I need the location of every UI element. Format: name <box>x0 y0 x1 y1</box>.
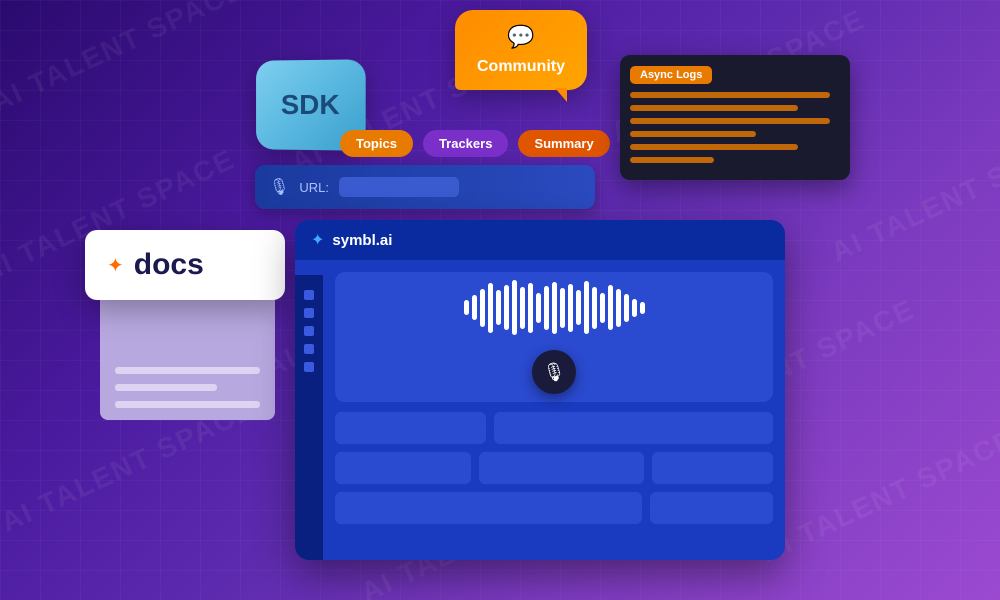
wave-bar <box>560 288 565 328</box>
wave-bar <box>528 283 533 333</box>
sidebar-dot <box>304 362 314 372</box>
content-block <box>479 452 645 484</box>
log-line <box>630 118 830 124</box>
docs-label: docs <box>134 248 204 282</box>
sidebar-dot <box>304 290 314 300</box>
wave-bar <box>536 293 541 323</box>
content-block <box>335 412 486 444</box>
main-scene: SDK 💬 Community Topics Trackers Summary … <box>0 0 1000 600</box>
url-bar[interactable]: 🎙 URL: <box>255 165 595 209</box>
async-logs-title: Async Logs <box>630 66 712 84</box>
tag-summary[interactable]: Summary <box>518 130 609 157</box>
tags-row: Topics Trackers Summary <box>340 130 610 157</box>
url-value[interactable] <box>339 177 459 197</box>
content-rows <box>335 412 773 524</box>
tag-trackers[interactable]: Trackers <box>423 130 509 157</box>
mic-icon: 🎙 <box>543 362 566 383</box>
wave-bar <box>496 290 501 325</box>
wave-bar <box>488 283 493 333</box>
wave-bar <box>592 287 597 329</box>
doc-line <box>115 384 217 391</box>
wave-bar <box>640 302 645 314</box>
community-bubble: 💬 Community <box>455 10 587 90</box>
sidebar-dot <box>304 326 314 336</box>
wave-bar <box>568 284 573 332</box>
wave-bar <box>632 299 637 317</box>
content-row-1 <box>335 412 773 444</box>
wave-bar <box>472 295 477 320</box>
log-line <box>630 131 756 137</box>
content-row-3 <box>335 492 773 524</box>
content-block <box>494 412 774 444</box>
log-line <box>630 105 798 111</box>
sidebar-dot <box>304 308 314 318</box>
wave-bar <box>552 282 557 334</box>
log-line <box>630 144 798 150</box>
symbl-panel: ✦ symbl.ai <box>295 220 785 560</box>
content-block <box>652 452 773 484</box>
symbl-title: symbl.ai <box>332 232 392 249</box>
docs-card: ✦ docs <box>85 230 285 300</box>
wave-bar <box>608 285 613 330</box>
mic-button[interactable]: 🎙 <box>532 350 576 394</box>
tag-topics[interactable]: Topics <box>340 130 413 157</box>
doc-line <box>115 367 260 374</box>
waveform-area: 🎙 <box>335 272 773 402</box>
wave-bar <box>624 294 629 322</box>
content-block <box>335 452 471 484</box>
symbl-header: ✦ symbl.ai <box>295 220 785 260</box>
docs-logo-icon: ✦ <box>107 253 124 278</box>
wave-bar <box>504 285 509 330</box>
doc-line <box>115 401 260 408</box>
wave-bar <box>584 281 589 334</box>
community-tail <box>555 88 567 102</box>
symbl-sidebar <box>295 275 323 560</box>
wave-bar <box>544 286 549 330</box>
content-block <box>650 492 773 524</box>
symbl-content: 🎙 <box>323 260 785 536</box>
community-icon: 💬 <box>507 24 534 50</box>
content-row-2 <box>335 452 773 484</box>
async-logs-panel: Async Logs <box>620 55 850 180</box>
wave-bar <box>520 287 525 329</box>
community-label: Community <box>477 58 565 76</box>
log-line <box>630 92 830 98</box>
wave-bar <box>616 289 621 327</box>
symbl-logo-icon: ✦ <box>311 230 324 250</box>
wave-bar <box>480 289 485 327</box>
mic-icon: 🎙 <box>269 177 289 197</box>
sidebar-dot <box>304 344 314 354</box>
wave-bar <box>576 290 581 325</box>
content-block <box>335 492 642 524</box>
wave-bar <box>512 280 517 335</box>
waveform <box>464 280 645 335</box>
sdk-label: SDK <box>281 89 340 121</box>
log-line <box>630 157 714 163</box>
wave-bar <box>600 293 605 323</box>
wave-bar <box>464 300 469 315</box>
url-label: URL: <box>299 180 329 195</box>
